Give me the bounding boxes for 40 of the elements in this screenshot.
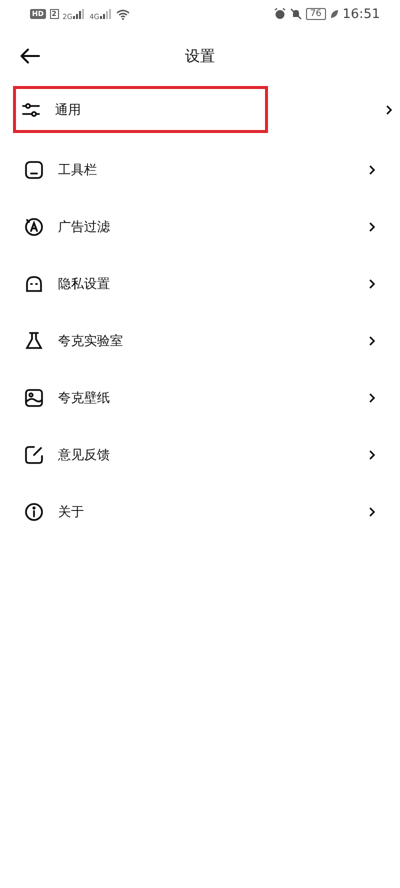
menu-label: 关于 — [58, 504, 85, 520]
menu-label: 广告过滤 — [58, 218, 111, 236]
alarm-icon — [274, 8, 286, 20]
menu-label: 意见反馈 — [58, 446, 111, 464]
signal-icon — [73, 9, 86, 19]
chevron-icon — [386, 104, 392, 114]
mute-icon — [290, 8, 302, 20]
chevron-icon — [369, 222, 375, 232]
chevron-icon — [369, 450, 375, 460]
back-button[interactable] — [20, 46, 40, 66]
menu-label: 隐私设置 — [58, 276, 111, 292]
mask-icon — [24, 274, 44, 294]
menu-item[interactable]: 关于 — [0, 483, 400, 540]
menu-item[interactable]: 广告过滤 — [0, 198, 400, 255]
chevron-icon — [369, 164, 375, 174]
image-icon — [24, 388, 44, 408]
menu-item[interactable]: 工具栏 — [0, 141, 400, 198]
leaf-icon — [330, 9, 339, 19]
ad-block-icon — [24, 216, 44, 236]
page-title: 设置 — [185, 46, 215, 66]
menu-item[interactable]: 意见反馈 — [0, 426, 400, 483]
wifi-icon — [116, 8, 130, 20]
flask-icon — [24, 330, 44, 350]
menu-item[interactable]: 夸克实验室 — [0, 312, 400, 369]
menu-label: 工具栏 — [58, 162, 98, 178]
chevron-icon — [369, 506, 375, 516]
toolbar-icon — [24, 160, 44, 180]
status-time: 16:51 — [342, 6, 380, 22]
signal-icon — [100, 9, 112, 19]
chevron-icon — [369, 392, 375, 402]
info-icon — [24, 502, 44, 522]
edit-icon — [24, 444, 44, 464]
battery-level: 76 — [306, 8, 326, 20]
menu-label: 通用 — [55, 102, 82, 118]
chevron-icon — [369, 336, 375, 346]
menu-label: 夸克壁纸 — [58, 390, 111, 406]
menu-item[interactable]: 隐私设置 — [0, 255, 400, 312]
chevron-icon — [369, 278, 375, 288]
menu-label: 夸克实验室 — [58, 332, 124, 350]
menu-item[interactable]: 夸克壁纸 — [0, 369, 400, 426]
